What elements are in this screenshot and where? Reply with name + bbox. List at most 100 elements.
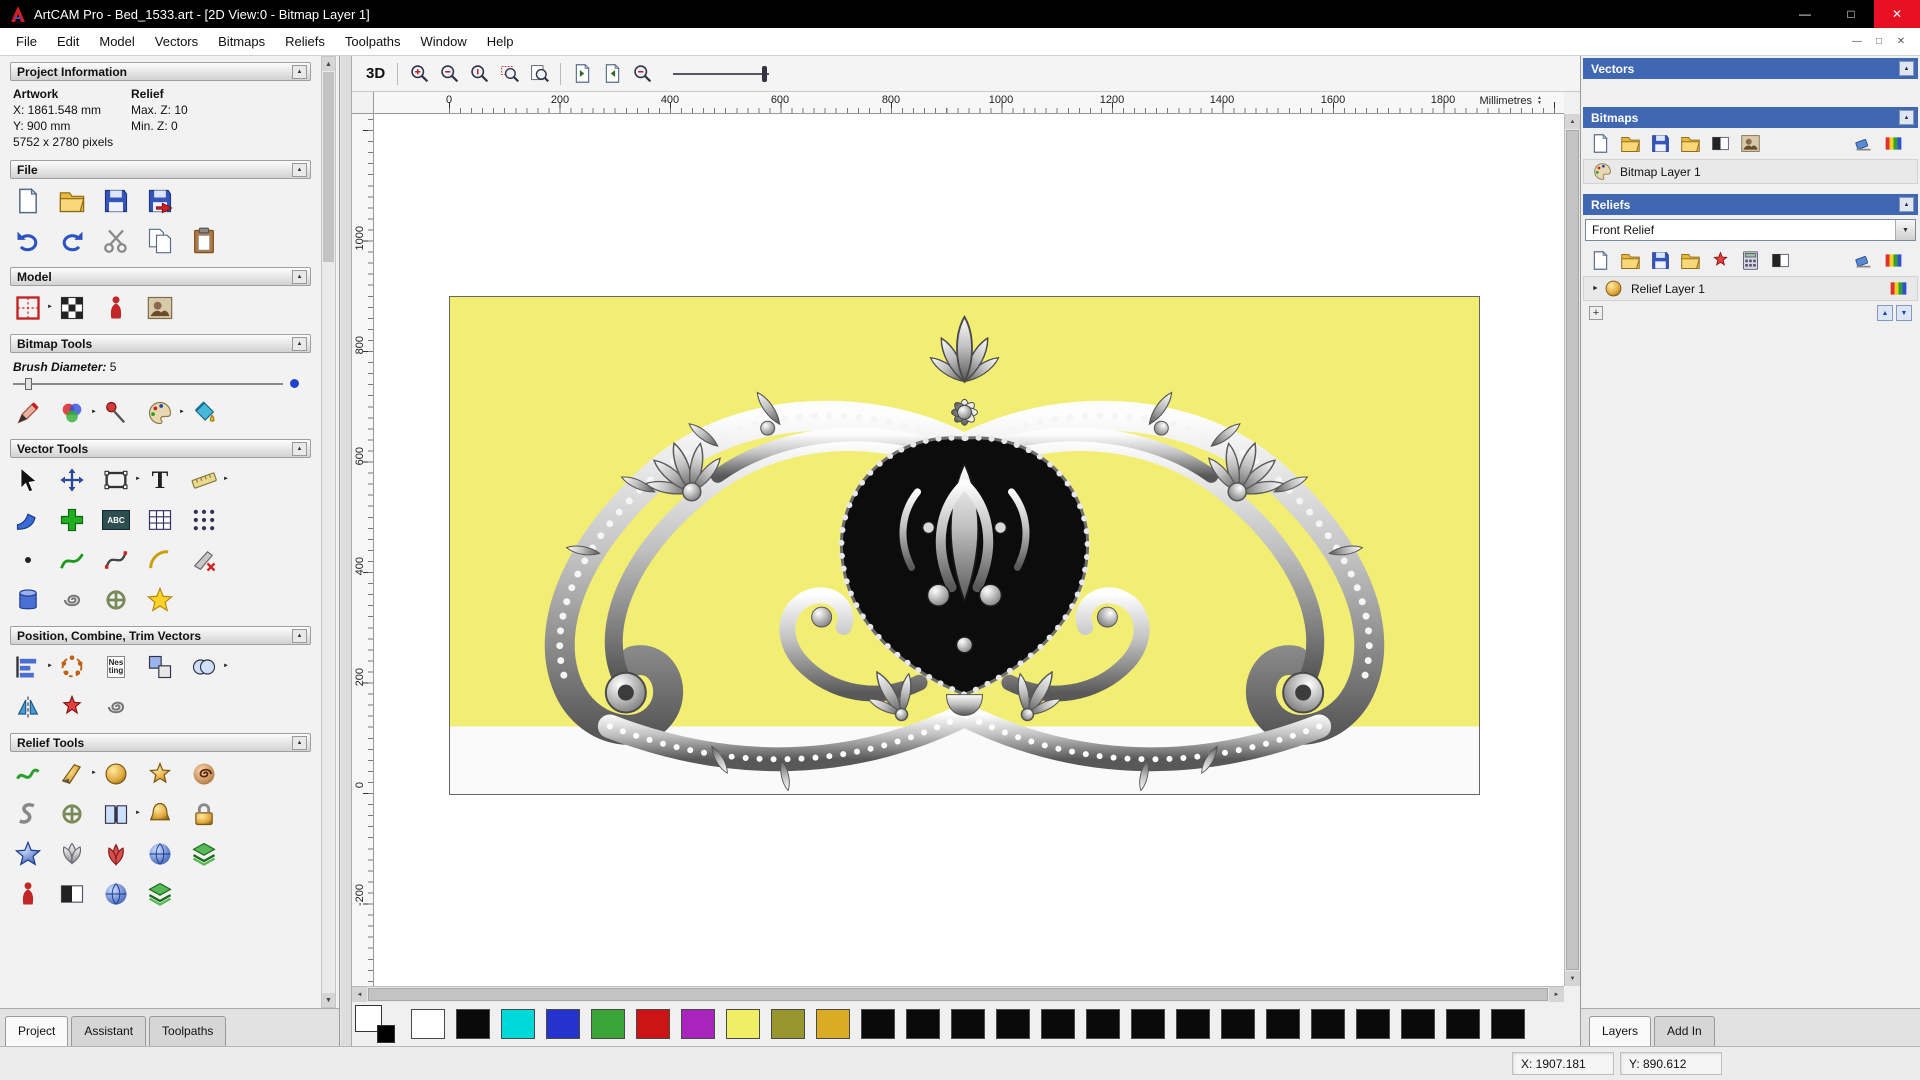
tab-assistant[interactable]: Assistant <box>71 1016 147 1046</box>
dome-wizard-button[interactable] <box>57 839 87 869</box>
palette-swatch[interactable] <box>906 1009 940 1039</box>
flyout-arrow-icon[interactable]: ► <box>47 304 53 310</box>
panel-splitter[interactable] <box>341 56 352 1046</box>
set-model-size-button[interactable]: ► <box>13 293 53 323</box>
palette-swatch[interactable] <box>636 1009 670 1039</box>
slider-track[interactable] <box>13 383 283 385</box>
scrollbar-thumb[interactable] <box>1566 130 1579 970</box>
slider-handle[interactable] <box>762 65 768 82</box>
panel-scrollbar[interactable]: ▲ ▼ <box>321 56 336 1008</box>
scroll-up-button[interactable]: ▲ <box>1565 114 1580 129</box>
palette-swatch[interactable] <box>456 1009 490 1039</box>
paint-button[interactable] <box>13 398 43 428</box>
vector-wizard-button[interactable] <box>145 585 175 615</box>
palette-swatch[interactable] <box>501 1009 535 1039</box>
paste-button[interactable] <box>189 226 219 256</box>
move-layer-down-button[interactable]: ▼ <box>1896 305 1912 321</box>
relief-extra-button-2[interactable] <box>57 879 87 909</box>
collapse-section-icon[interactable]: ▲ <box>292 162 307 177</box>
spiral-tool-button[interactable] <box>101 692 131 722</box>
menu-window[interactable]: Window <box>411 29 477 54</box>
dropdown-arrow-icon[interactable]: ▼ <box>1895 220 1915 240</box>
emboss-relief-button[interactable] <box>145 799 175 829</box>
flyout-arrow-icon[interactable]: ► <box>179 409 185 415</box>
collapse-section-icon[interactable]: ▲ <box>292 628 307 643</box>
nesting-ring-button[interactable] <box>57 652 87 682</box>
weave-wizard-button[interactable] <box>57 799 87 829</box>
delete-bitmap-layer-button[interactable] <box>1852 132 1875 155</box>
zoom-last-button[interactable] <box>628 60 656 88</box>
mdi-close-button[interactable]: ✕ <box>1890 36 1912 47</box>
palette-swatch[interactable] <box>1356 1009 1390 1039</box>
palette-swatch[interactable] <box>771 1009 805 1039</box>
primary-secondary-colour[interactable] <box>355 1005 397 1043</box>
vertical-scrollbar[interactable]: ▲ ▼ <box>1564 114 1580 986</box>
menu-toolpaths[interactable]: Toolpaths <box>335 29 411 54</box>
node-editing-button[interactable] <box>57 505 87 535</box>
palette-swatch[interactable] <box>1086 1009 1120 1039</box>
relief-colours-button[interactable] <box>1882 249 1905 272</box>
menu-reliefs[interactable]: Reliefs <box>275 29 335 54</box>
open-relief-layer-button[interactable] <box>1619 249 1642 272</box>
section-header-vector-tools[interactable]: Vector Tools ▲ <box>10 439 311 458</box>
create-rectangle-button[interactable]: ► <box>101 465 141 495</box>
import-export-button[interactable] <box>145 186 175 216</box>
zoom-out-button[interactable] <box>435 60 463 88</box>
menu-vectors[interactable]: Vectors <box>145 29 208 54</box>
tab-project[interactable]: Project <box>5 1016 69 1046</box>
save-relief-layer-button[interactable] <box>1649 249 1672 272</box>
collapse-section-icon[interactable]: ▲ <box>292 441 307 456</box>
array-copy-button[interactable] <box>189 505 219 535</box>
bitmap-artwork[interactable] <box>449 296 1480 795</box>
zoom-fit-button[interactable] <box>525 60 553 88</box>
create-text-button[interactable]: T <box>145 465 175 495</box>
palette-swatch[interactable] <box>1131 1009 1165 1039</box>
calculate-relief-button[interactable] <box>1739 249 1762 272</box>
vectors-section-header[interactable]: Vectors ▲ <box>1583 58 1918 79</box>
palette-swatch[interactable] <box>1266 1009 1300 1039</box>
relief-extra-button-4[interactable] <box>145 879 175 909</box>
zoom-in-button[interactable] <box>405 60 433 88</box>
create-polyline-button[interactable] <box>57 545 87 575</box>
weld-vectors-button[interactable]: ► <box>189 652 229 682</box>
group-vectors-button[interactable] <box>145 652 175 682</box>
transform-vectors-button[interactable] <box>57 465 87 495</box>
flyout-arrow-icon[interactable]: ► <box>223 663 229 669</box>
palette-swatch[interactable] <box>1311 1009 1345 1039</box>
save-bitmap-layer-button[interactable] <box>1649 132 1672 155</box>
view-opacity-slider[interactable] <box>673 64 770 84</box>
redo-button[interactable] <box>57 226 87 256</box>
sculpt-model-button[interactable] <box>101 293 131 323</box>
menu-help[interactable]: Help <box>477 29 524 54</box>
fan-wizard-button[interactable] <box>101 839 131 869</box>
relief-extra-button-3[interactable] <box>101 879 131 909</box>
previous-view-button[interactable] <box>568 60 596 88</box>
menu-model[interactable]: Model <box>89 29 144 54</box>
close-button[interactable]: ✕ <box>1874 0 1920 28</box>
fillet-button[interactable] <box>57 585 87 615</box>
add-layer-button[interactable]: + <box>1589 306 1603 320</box>
nesting-button[interactable]: Nes ting <box>101 652 131 682</box>
bitmap-contrast-button[interactable] <box>1709 132 1732 155</box>
mdi-minimize-button[interactable]: — <box>1846 36 1868 47</box>
smooth-relief-button[interactable] <box>13 759 43 789</box>
zoom-box-button[interactable] <box>495 60 523 88</box>
scroll-down-button[interactable]: ▼ <box>322 993 335 1007</box>
scrollbar-thumb[interactable] <box>323 72 334 262</box>
import-relief-button[interactable] <box>1679 249 1702 272</box>
relief-selector-combo[interactable]: Front Relief ▼ <box>1585 219 1916 241</box>
menu-bitmaps[interactable]: Bitmaps <box>208 29 275 54</box>
section-header-relief-tools[interactable]: Relief Tools ▲ <box>10 733 311 752</box>
grid-snap-button[interactable] <box>145 505 175 535</box>
flyout-arrow-icon[interactable]: ► <box>135 476 141 482</box>
mirror-vectors-button[interactable] <box>13 692 43 722</box>
extrude-button[interactable] <box>13 585 43 615</box>
mdi-restore-button[interactable]: □ <box>1868 36 1890 47</box>
model-lighting-button[interactable] <box>57 293 87 323</box>
create-point-button[interactable] <box>13 545 43 575</box>
section-header-file[interactable]: File ▲ <box>10 160 311 179</box>
layer-colour-icon[interactable] <box>1888 278 1909 299</box>
flyout-arrow-icon[interactable]: ► <box>91 770 97 776</box>
copy-button[interactable] <box>145 226 175 256</box>
collapse-section-icon[interactable]: ▲ <box>292 735 307 750</box>
